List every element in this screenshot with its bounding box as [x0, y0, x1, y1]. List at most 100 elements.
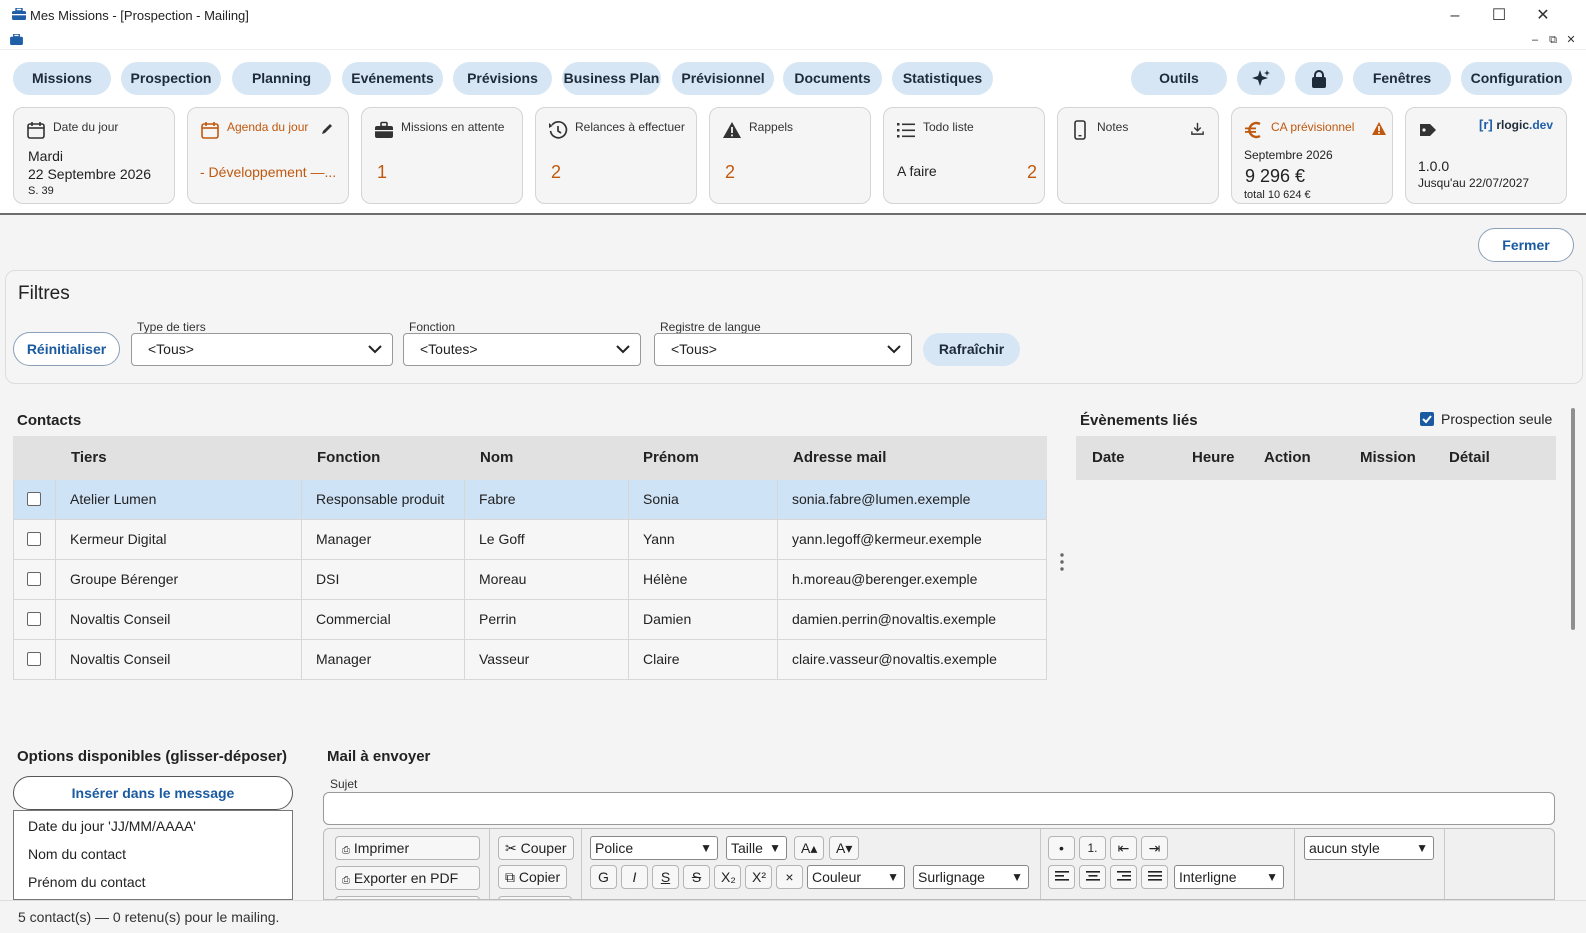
highlight-select[interactable]: Surlignage ▼: [913, 865, 1029, 889]
splitter-handle[interactable]: [1059, 552, 1065, 572]
col-email[interactable]: Adresse mail: [793, 436, 886, 480]
fonction-select[interactable]: <Toutes>: [403, 333, 641, 366]
subject-label: Sujet: [330, 777, 358, 791]
menu-prospection[interactable]: Prospection: [121, 62, 221, 95]
menu-previsionnel[interactable]: Prévisionnel: [672, 62, 774, 95]
pencil-icon[interactable]: [320, 122, 334, 136]
list-item[interactable]: Nom du contact: [28, 846, 126, 862]
numbered-list-button[interactable]: 1.: [1079, 836, 1106, 860]
print-button[interactable]: ⎙ Imprimer: [335, 836, 480, 860]
outdent-button[interactable]: ⇤: [1110, 836, 1137, 860]
list-item[interactable]: Prénom du contact: [28, 874, 146, 890]
table-row[interactable]: Kermeur Digital Manager Le Goff Yann yan…: [13, 520, 1047, 560]
size-select[interactable]: Taille ▼: [726, 836, 787, 860]
menu-documents[interactable]: Documents: [783, 62, 882, 95]
refresh-button[interactable]: Rafraîchir: [923, 333, 1020, 366]
menu-fenetres[interactable]: Fenêtres: [1353, 62, 1451, 95]
lock-button[interactable]: [1295, 62, 1343, 95]
bold-button[interactable]: G: [590, 865, 617, 889]
minimize-button[interactable]: –: [1435, 4, 1475, 28]
card-rappels[interactable]: Rappels 2: [709, 107, 871, 204]
maximize-button[interactable]: ☐: [1479, 4, 1519, 28]
mdi-restore-button[interactable]: ⧉: [1545, 33, 1561, 48]
menu-missions[interactable]: Missions: [13, 62, 111, 95]
langue-select[interactable]: <Tous>: [654, 333, 912, 366]
cut-button[interactable]: ✂ Couper: [498, 836, 574, 860]
row-checkbox[interactable]: [27, 572, 41, 586]
row-checkbox[interactable]: [27, 612, 41, 626]
close-button[interactable]: Fermer: [1478, 228, 1574, 262]
col-nom[interactable]: Nom: [480, 436, 513, 480]
reset-button[interactable]: Réinitialiser: [13, 332, 120, 366]
indent-button[interactable]: ⇥: [1141, 836, 1168, 860]
subscript-button[interactable]: X₂: [714, 865, 741, 889]
card-missions-en-attente[interactable]: Missions en attente 1: [361, 107, 523, 204]
copy-button[interactable]: ⧉ Copier: [498, 865, 568, 889]
type-tiers-select[interactable]: <Tous>: [131, 333, 393, 366]
underline-button[interactable]: S: [652, 865, 679, 889]
col-fonction[interactable]: Fonction: [317, 436, 380, 480]
card-license[interactable]: [r] rlogic.dev 1.0.0 Jusqu'au 22/07/2027: [1405, 107, 1567, 204]
mdi-close-button[interactable]: ✕: [1563, 33, 1579, 48]
card-relances[interactable]: Relances à effectuer 2: [535, 107, 697, 204]
list-item[interactable]: Date du jour 'JJ/MM/AAAA': [28, 818, 196, 834]
ai-sparkle-button[interactable]: [1237, 62, 1285, 95]
prospection-only-label: Prospection seule: [1441, 411, 1553, 427]
menu-business-plan[interactable]: Business Plan: [562, 62, 661, 95]
col-tiers[interactable]: Tiers: [71, 436, 107, 480]
align-center-button[interactable]: [1079, 865, 1106, 889]
export-pdf-button[interactable]: ⎙ Exporter en PDF: [335, 866, 480, 890]
grow-font-button[interactable]: A▴: [794, 836, 825, 860]
align-right-button[interactable]: [1110, 865, 1137, 889]
menu-statistiques[interactable]: Statistiques: [892, 62, 993, 95]
style-select[interactable]: aucun style ▼: [1304, 836, 1434, 860]
close-window-button[interactable]: ✕: [1523, 4, 1563, 28]
insert-in-message-button[interactable]: Insérer dans le message: [13, 776, 293, 810]
shrink-font-button[interactable]: A▾: [829, 836, 860, 860]
download-icon[interactable]: [1190, 121, 1205, 136]
clear-format-button[interactable]: ×: [776, 865, 803, 889]
card-notes[interactable]: Notes: [1057, 107, 1219, 204]
menu-outils[interactable]: Outils: [1131, 62, 1227, 95]
events-scrollbar[interactable]: [1571, 408, 1575, 630]
col-action[interactable]: Action: [1264, 436, 1311, 480]
cell-fonction: DSI: [302, 560, 465, 599]
menu-planning[interactable]: Planning: [232, 62, 331, 95]
col-heure[interactable]: Heure: [1192, 436, 1235, 480]
superscript-button[interactable]: X²: [745, 865, 772, 889]
subject-input[interactable]: [323, 792, 1555, 825]
col-detail[interactable]: Détail: [1449, 436, 1490, 480]
table-row[interactable]: Novaltis Conseil Commercial Perrin Damie…: [13, 600, 1047, 640]
row-checkbox[interactable]: [27, 652, 41, 666]
row-checkbox[interactable]: [27, 492, 41, 506]
row-checkbox[interactable]: [27, 532, 41, 546]
col-mission[interactable]: Mission: [1360, 436, 1416, 480]
align-left-button[interactable]: [1048, 865, 1075, 889]
color-select[interactable]: Couleur ▼: [807, 865, 905, 889]
col-date[interactable]: Date: [1092, 436, 1125, 480]
card-ca-previsionnel[interactable]: CA prévisionnel Septembre 2026 9 296 € t…: [1231, 107, 1393, 204]
line-spacing-select[interactable]: Interligne ▼: [1174, 865, 1284, 889]
card-todo-liste[interactable]: Todo liste A faire 2: [883, 107, 1045, 204]
cell-nom: Perrin: [465, 600, 629, 639]
strikethrough-button[interactable]: S: [683, 865, 710, 889]
table-row[interactable]: Novaltis Conseil Manager Vasseur Claire …: [13, 640, 1047, 680]
card-date-du-jour[interactable]: Date du jour Mardi 22 Septembre 2026 S. …: [13, 107, 175, 204]
font-select[interactable]: Police ▼: [590, 836, 718, 860]
table-row[interactable]: Atelier Lumen Responsable produit Fabre …: [13, 480, 1047, 520]
langue-label: Registre de langue: [660, 320, 761, 334]
cell-nom: Fabre: [465, 480, 629, 519]
bullet-list-button[interactable]: •: [1048, 836, 1075, 860]
col-prenom[interactable]: Prénom: [643, 436, 699, 480]
mdi-minimize-button[interactable]: –: [1527, 33, 1543, 48]
printer-icon: ⎙: [342, 845, 350, 856]
menu-previsions[interactable]: Prévisions: [453, 62, 552, 95]
card-agenda[interactable]: Agenda du jour - Développement —...: [187, 107, 349, 204]
justify-button[interactable]: [1141, 865, 1168, 889]
table-row[interactable]: Groupe Bérenger DSI Moreau Hélène h.more…: [13, 560, 1047, 600]
menu-evenements[interactable]: Evénements: [342, 62, 443, 95]
menu-configuration[interactable]: Configuration: [1461, 62, 1572, 95]
italic-button[interactable]: I: [621, 865, 648, 889]
chevron-down-icon: ▼: [887, 870, 899, 884]
prospection-only-checkbox[interactable]: [1420, 412, 1434, 426]
